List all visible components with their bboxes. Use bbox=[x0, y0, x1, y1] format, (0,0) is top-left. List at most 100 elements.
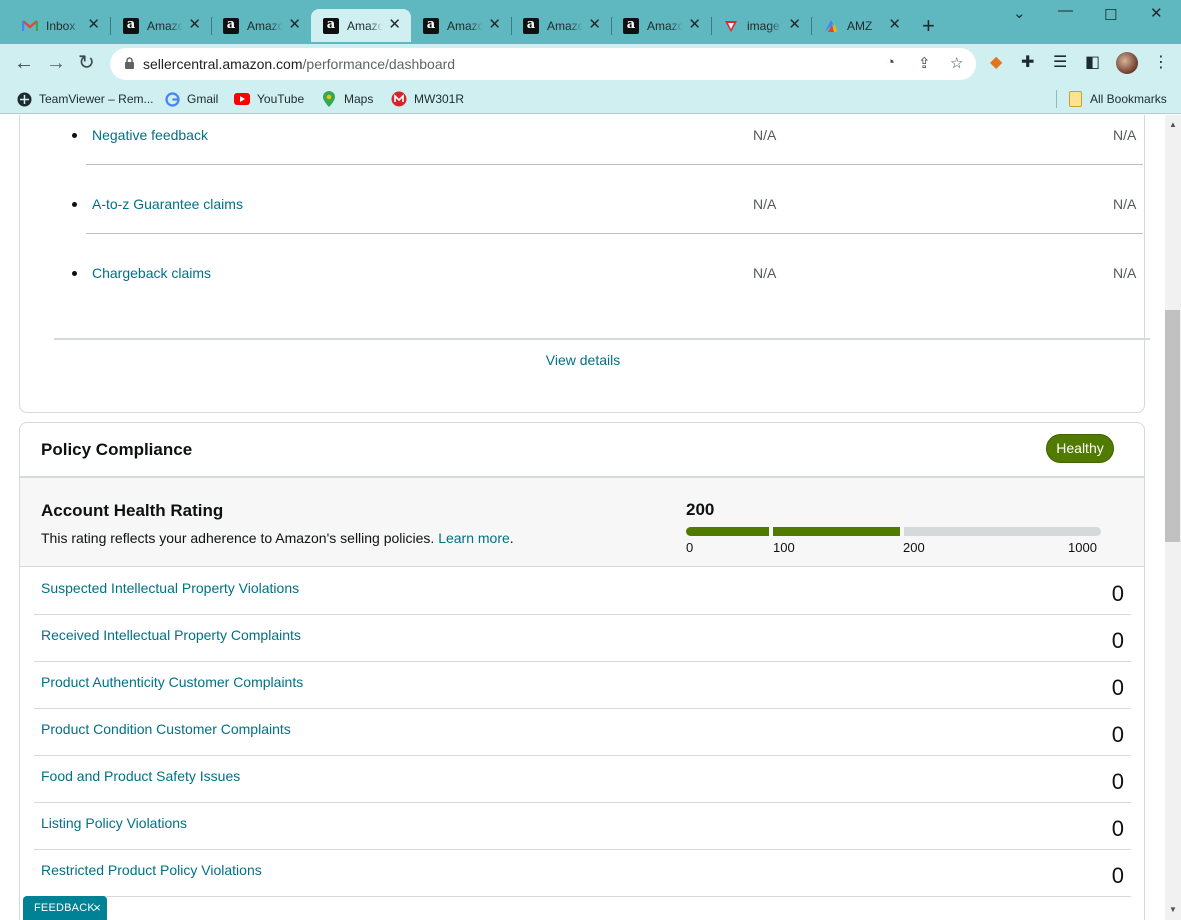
tab-inbox[interactable]: Inbox ✕ bbox=[10, 9, 110, 42]
metric-link[interactable]: Chargeback claims bbox=[92, 265, 211, 281]
close-tab-icon[interactable]: ✕ bbox=[688, 17, 701, 33]
tab-image[interactable]: image ✕ bbox=[711, 9, 811, 42]
bookmark-mw301r[interactable]: MW301R bbox=[391, 91, 464, 107]
close-tab-icon[interactable]: ✕ bbox=[388, 17, 401, 33]
bookmark-maps[interactable]: Maps bbox=[321, 91, 373, 107]
all-bookmarks[interactable]: All Bookmarks bbox=[1067, 91, 1167, 107]
performance-icon[interactable]: ◔ bbox=[886, 54, 895, 71]
amazon-icon: a bbox=[623, 17, 639, 34]
close-window-button[interactable]: ✕ bbox=[1150, 4, 1163, 22]
google-icon bbox=[164, 91, 180, 107]
violation-link[interactable]: Food and Product Safety Issues bbox=[41, 768, 240, 784]
violation-link[interactable]: Restricted Product Policy Violations bbox=[41, 862, 262, 878]
close-tab-icon[interactable]: ✕ bbox=[588, 17, 601, 33]
reload-button[interactable]: ↻ bbox=[78, 53, 95, 73]
violation-row: Received Intellectual Property Complaint… bbox=[34, 615, 1131, 662]
violation-link[interactable]: Product Condition Customer Complaints bbox=[41, 721, 291, 737]
lock-icon bbox=[125, 57, 134, 69]
bookmark-gmail[interactable]: Gmail bbox=[164, 91, 218, 107]
youtube-icon bbox=[234, 91, 250, 107]
metric-row: Negative feedback N/A N/A bbox=[67, 127, 1143, 147]
violation-link[interactable]: Suspected Intellectual Property Violatio… bbox=[41, 580, 299, 596]
bullet bbox=[72, 133, 77, 138]
forward-button[interactable]: → bbox=[46, 53, 66, 73]
bookmark-youtube[interactable]: YouTube bbox=[234, 91, 304, 107]
violation-count: 0 bbox=[1111, 581, 1124, 606]
violation-link[interactable]: Received Intellectual Property Complaint… bbox=[41, 627, 301, 643]
tab-amazon-2[interactable]: a Amazon ✕ bbox=[211, 9, 311, 42]
url-text: sellercentral.amazon.com/performance/das… bbox=[143, 56, 456, 72]
metric-link[interactable]: A-to-z Guarantee claims bbox=[92, 196, 243, 212]
ahr-title: Account Health Rating bbox=[41, 501, 224, 520]
close-tab-icon[interactable]: ✕ bbox=[288, 17, 301, 33]
folder-icon bbox=[1067, 91, 1083, 107]
violation-count: 0 bbox=[1111, 816, 1124, 841]
tab-strip: Inbox ✕ a Amazon ✕ a Amazon ✕ a Amazon ✕… bbox=[0, 0, 1181, 44]
rating-bar-segment bbox=[686, 527, 769, 536]
close-tab-icon[interactable]: ✕ bbox=[188, 17, 201, 33]
new-tab-button[interactable]: + bbox=[922, 14, 935, 38]
close-tab-icon[interactable]: ✕ bbox=[87, 17, 100, 33]
metamask-icon[interactable]: ◆ bbox=[990, 54, 1002, 72]
browser-toolbar: ← → ↻ sellercentral.amazon.com/performan… bbox=[0, 44, 1181, 84]
view-details-link[interactable]: View details bbox=[20, 352, 1146, 368]
scroll-up-arrow[interactable]: ▲ bbox=[1169, 120, 1177, 129]
minimize-button[interactable]: — bbox=[1058, 2, 1073, 19]
metric-value: N/A bbox=[1113, 265, 1137, 281]
page-scrollbar[interactable]: ▲ ▼ bbox=[1165, 115, 1181, 920]
reading-list-icon[interactable]: ☰ bbox=[1053, 54, 1067, 72]
rating-bar-segment bbox=[773, 527, 900, 536]
rating-tick: 1000 bbox=[1068, 540, 1097, 555]
gmail-icon bbox=[22, 18, 38, 34]
back-button[interactable]: ← bbox=[14, 53, 34, 73]
violation-count: 0 bbox=[1111, 722, 1124, 747]
close-tab-icon[interactable]: ✕ bbox=[888, 17, 901, 33]
violation-count: 0 bbox=[1111, 769, 1124, 794]
scroll-down-arrow[interactable]: ▼ bbox=[1169, 905, 1177, 914]
bookmarks-separator bbox=[1056, 90, 1057, 108]
mw-icon bbox=[391, 91, 407, 107]
violation-link[interactable]: Product Authenticity Customer Complaints bbox=[41, 674, 303, 690]
maps-icon bbox=[321, 91, 337, 107]
violation-row: Product Authenticity Customer Complaints… bbox=[34, 662, 1131, 709]
ahr-description: This rating reflects your adherence to A… bbox=[41, 530, 514, 546]
address-bar[interactable]: sellercentral.amazon.com/performance/das… bbox=[110, 48, 976, 80]
share-icon[interactable]: ⇪ bbox=[918, 54, 931, 72]
tab-amz[interactable]: AMZ ✕ bbox=[811, 9, 911, 42]
tab-amazon-6[interactable]: a Amazon ✕ bbox=[611, 9, 711, 42]
violation-link[interactable]: Listing Policy Violations bbox=[41, 815, 187, 831]
tab-amazon-1[interactable]: a Amazon ✕ bbox=[111, 9, 211, 42]
violation-row: Food and Product Safety Issues 0 bbox=[34, 756, 1131, 803]
policy-compliance-card: Policy Compliance Healthy Account Health… bbox=[19, 422, 1145, 920]
vivaldi-icon bbox=[723, 18, 739, 34]
extensions-puzzle-icon[interactable]: ✚ bbox=[1021, 54, 1034, 72]
learn-more-link[interactable]: Learn more bbox=[438, 530, 510, 546]
rating-tick: 200 bbox=[903, 540, 925, 555]
metric-row: A-to-z Guarantee claims N/A N/A bbox=[67, 196, 1143, 216]
tab-search-icon[interactable]: ⌄ bbox=[1013, 4, 1026, 22]
maximize-button[interactable]: ☐ bbox=[1104, 6, 1117, 24]
close-tab-icon[interactable]: ✕ bbox=[788, 17, 801, 33]
side-panel-icon[interactable]: ◧ bbox=[1085, 54, 1100, 72]
scrollbar-thumb[interactable] bbox=[1165, 310, 1180, 542]
close-tab-icon[interactable]: ✕ bbox=[488, 17, 501, 33]
metric-link[interactable]: Negative feedback bbox=[92, 127, 208, 143]
violation-row: Listing Policy Violations 0 bbox=[34, 803, 1131, 850]
violation-count: 0 bbox=[1111, 863, 1124, 888]
amz-icon bbox=[823, 18, 839, 34]
metric-value: N/A bbox=[1113, 127, 1137, 143]
tab-amazon-5[interactable]: a Amazon ✕ bbox=[511, 9, 611, 42]
divider bbox=[86, 233, 1143, 234]
violation-row: Restricted Product Policy Violations 0 bbox=[34, 850, 1131, 897]
bookmarks-bar: TeamViewer – Rem... Gmail YouTube Maps M… bbox=[0, 84, 1181, 114]
tab-amazon-4[interactable]: a Amazon ✕ bbox=[411, 9, 511, 42]
tab-amazon-active[interactable]: a Amazon ✕ bbox=[311, 9, 411, 42]
profile-avatar[interactable] bbox=[1116, 52, 1138, 74]
menu-kebab-icon[interactable]: ⋮ bbox=[1153, 54, 1169, 72]
close-icon[interactable]: × bbox=[93, 896, 101, 920]
bookmark-star-icon[interactable]: ☆ bbox=[950, 54, 963, 72]
bookmark-teamviewer[interactable]: TeamViewer – Rem... bbox=[16, 91, 154, 107]
metric-row: Chargeback claims N/A N/A bbox=[67, 265, 1143, 285]
feedback-button[interactable]: FEEDBACK × bbox=[23, 896, 107, 920]
metric-value: N/A bbox=[753, 196, 777, 212]
